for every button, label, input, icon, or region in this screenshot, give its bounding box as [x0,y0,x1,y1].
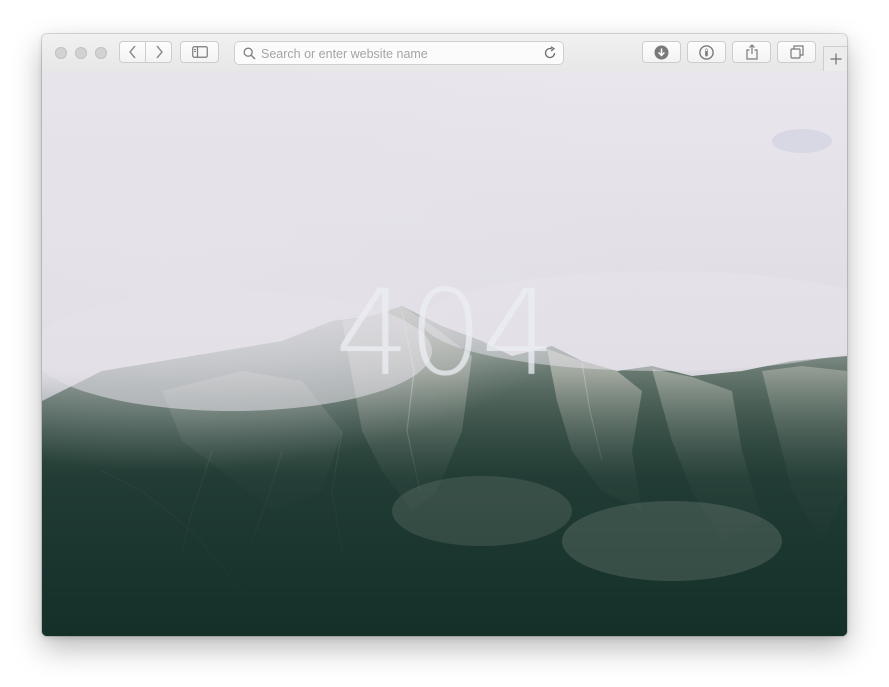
share-button[interactable] [732,41,771,63]
info-icon [699,44,714,60]
download-icon [654,45,669,59]
browser-window: Search or enter website name 404 [42,34,847,636]
page-content: 404 [42,71,847,636]
browser-toolbar: Search or enter website name [42,34,847,72]
reload-icon[interactable] [543,46,557,60]
show-tabs-button[interactable] [777,41,816,63]
tabs-icon [789,45,804,59]
address-bar[interactable]: Search or enter website name [234,41,564,65]
sidebar-icon [191,46,208,58]
forward-button[interactable] [145,41,172,63]
info-button[interactable] [687,41,726,63]
zoom-window-button[interactable] [95,47,107,59]
back-button[interactable] [119,41,146,63]
chevron-right-icon [155,45,163,59]
downloads-button[interactable] [642,41,681,63]
address-placeholder: Search or enter website name [261,47,428,61]
chevron-left-icon [128,45,136,59]
close-window-button[interactable] [55,47,67,59]
error-code-heading: 404 [334,264,556,402]
minimize-window-button[interactable] [75,47,87,59]
share-icon [745,44,758,60]
search-icon [243,47,256,60]
new-tab-button[interactable] [823,46,847,71]
plus-icon [830,53,841,65]
sidebar-button[interactable] [180,41,219,63]
